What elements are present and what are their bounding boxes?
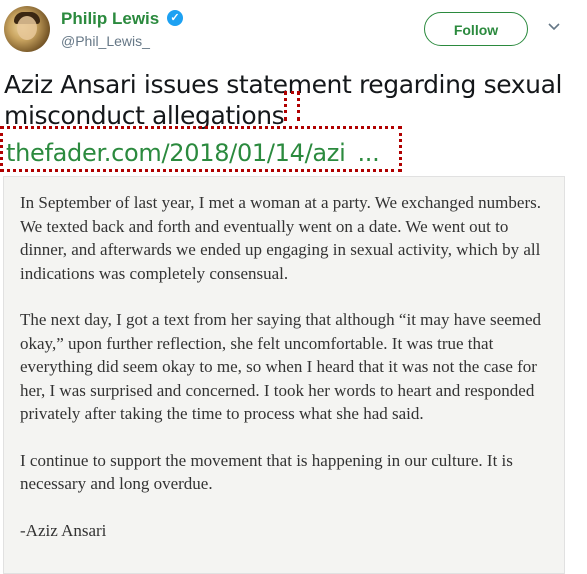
verified-badge-icon: ✓	[167, 10, 183, 26]
article-link[interactable]: thefader.com/2018/01/14/azi...	[6, 139, 380, 167]
chevron-down-icon[interactable]	[547, 20, 561, 34]
statement-paragraph-1: In September of last year, I met a woman…	[20, 193, 541, 283]
user-avatar-icon[interactable]	[4, 6, 50, 52]
statement-paragraph-3: I continue to support the movement that …	[20, 450, 513, 494]
author-handle[interactable]: @Phil_Lewis_	[61, 33, 150, 49]
article-link-text[interactable]: thefader.com/2018/01/14/azi	[6, 139, 346, 167]
statement-paragraph-2: The next day, I got a text from her sayi…	[20, 310, 542, 423]
follow-button[interactable]: Follow	[424, 12, 528, 46]
annotation-marker	[284, 91, 300, 121]
avatar-face	[17, 16, 37, 40]
tweet-text: Aziz Ansari issues statement regarding s…	[4, 69, 584, 131]
tweet-header: Philip Lewis ✓ @Phil_Lewis_ Follow	[0, 0, 587, 64]
statement-signature: -Aziz Ansari	[20, 520, 107, 540]
author-display-name[interactable]: Philip Lewis	[61, 9, 159, 29]
link-ellipsis: ...	[357, 139, 380, 167]
statement-text: In September of last year, I met a woman…	[20, 191, 555, 565]
